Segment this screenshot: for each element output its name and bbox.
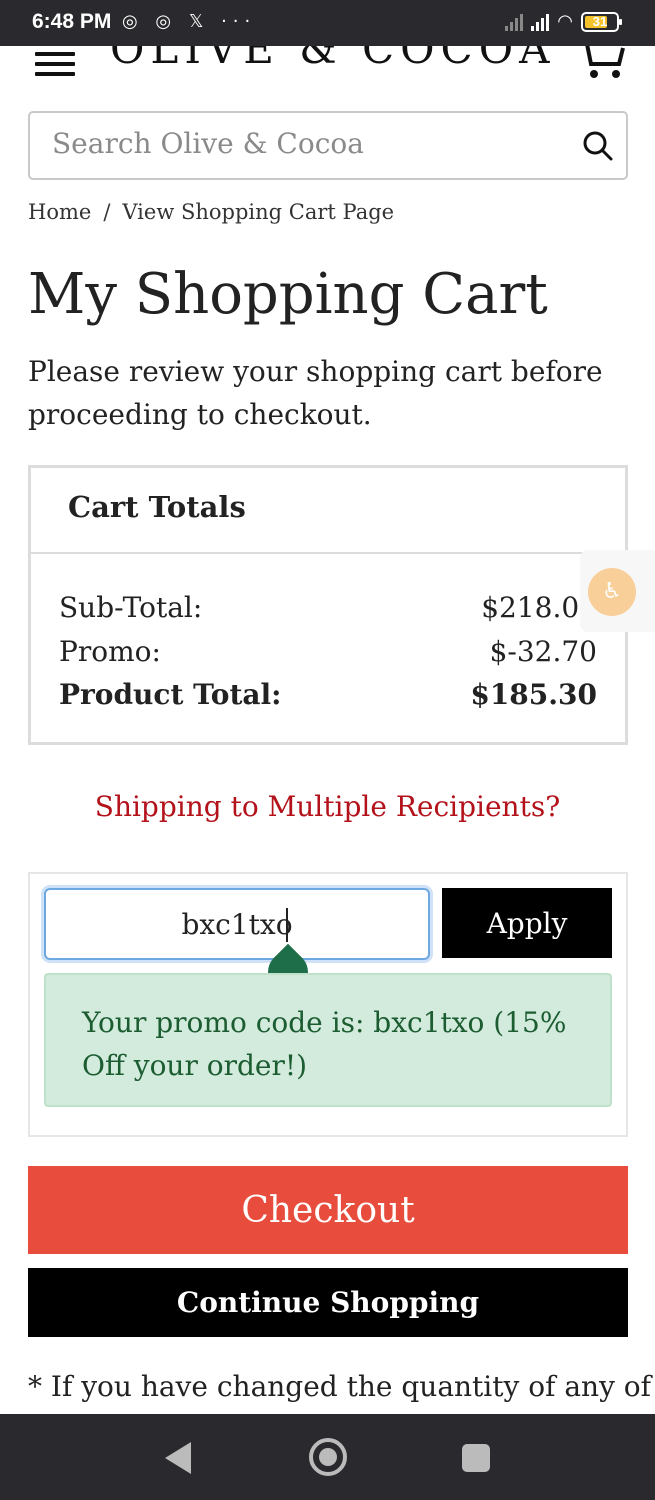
status-bar: 6:48 PM ◎ ◎ 𝕏 ··· ◠ 31 [0, 0, 655, 46]
search-input[interactable] [52, 127, 572, 160]
breadcrumb-current: View Shopping Cart Page [122, 200, 395, 224]
system-nav-bar [0, 1414, 655, 1500]
subtotal-row: Sub-Total: $218.00 [59, 586, 597, 630]
notification-icons: ◎ ◎ 𝕏 ··· [122, 11, 257, 32]
signal-icon [531, 13, 550, 31]
breadcrumb-separator: / [103, 200, 111, 224]
continue-shopping-button[interactable]: Continue Shopping [28, 1268, 628, 1337]
site-logo[interactable]: OLIVE & COCOA [110, 46, 555, 73]
promo-code-input[interactable] [44, 888, 430, 960]
menu-icon[interactable] [35, 52, 75, 80]
subtotal-label: Sub-Total: [59, 591, 203, 624]
status-time: 6:48 PM [32, 10, 112, 33]
battery-level: 31 [592, 13, 608, 29]
site-header: OLIVE & COCOA [0, 46, 655, 86]
promo-code-panel: Apply Your promo code is: bxc1txo (15% O… [28, 872, 628, 1137]
promo-row: Promo: $-32.70 [59, 630, 597, 674]
breadcrumb-home[interactable]: Home [28, 200, 91, 224]
promo-value: $-32.70 [489, 634, 597, 668]
product-total-row: Product Total: $185.30 [59, 673, 597, 717]
cart-totals-title: Cart Totals [68, 490, 246, 524]
breadcrumb: Home / View Shopping Cart Page [28, 200, 394, 224]
product-total-value: $185.30 [470, 678, 597, 711]
signal-icon [505, 13, 524, 31]
text-cursor [286, 908, 288, 942]
back-icon[interactable] [165, 1442, 191, 1474]
search-bar [28, 111, 628, 180]
intro-text: Please review your shopping cart before … [28, 355, 603, 431]
product-total-label: Product Total: [59, 678, 282, 711]
promo-label: Promo: [59, 634, 161, 668]
battery-icon: 31 [581, 11, 622, 32]
cart-totals-body: Sub-Total: $218.00 Promo: $-32.70 Produc… [31, 554, 625, 717]
checkout-button[interactable]: Checkout [28, 1166, 628, 1254]
system-icons: ◠ 31 [505, 11, 622, 32]
apply-button[interactable]: Apply [442, 888, 612, 958]
wifi-icon: ◠ [557, 11, 573, 32]
home-icon[interactable] [309, 1438, 347, 1476]
footnote: * If you have changed the quantity of an… [28, 1370, 652, 1403]
cart-totals-panel: Cart Totals Sub-Total: $218.00 Promo: $-… [28, 465, 628, 745]
multiple-recipients-link[interactable]: Shipping to Multiple Recipients? [0, 790, 655, 823]
search-icon[interactable] [582, 130, 614, 162]
cart-icon[interactable] [579, 46, 625, 80]
cart-totals-header: Cart Totals [31, 468, 625, 554]
recents-icon[interactable] [462, 1444, 490, 1472]
accessibility-widget: ♿ [580, 550, 655, 632]
page-title: My Shopping Cart [28, 262, 548, 327]
accessibility-icon[interactable]: ♿ [588, 568, 636, 616]
promo-success-message: Your promo code is: bxc1txo (15% Off you… [44, 973, 612, 1107]
